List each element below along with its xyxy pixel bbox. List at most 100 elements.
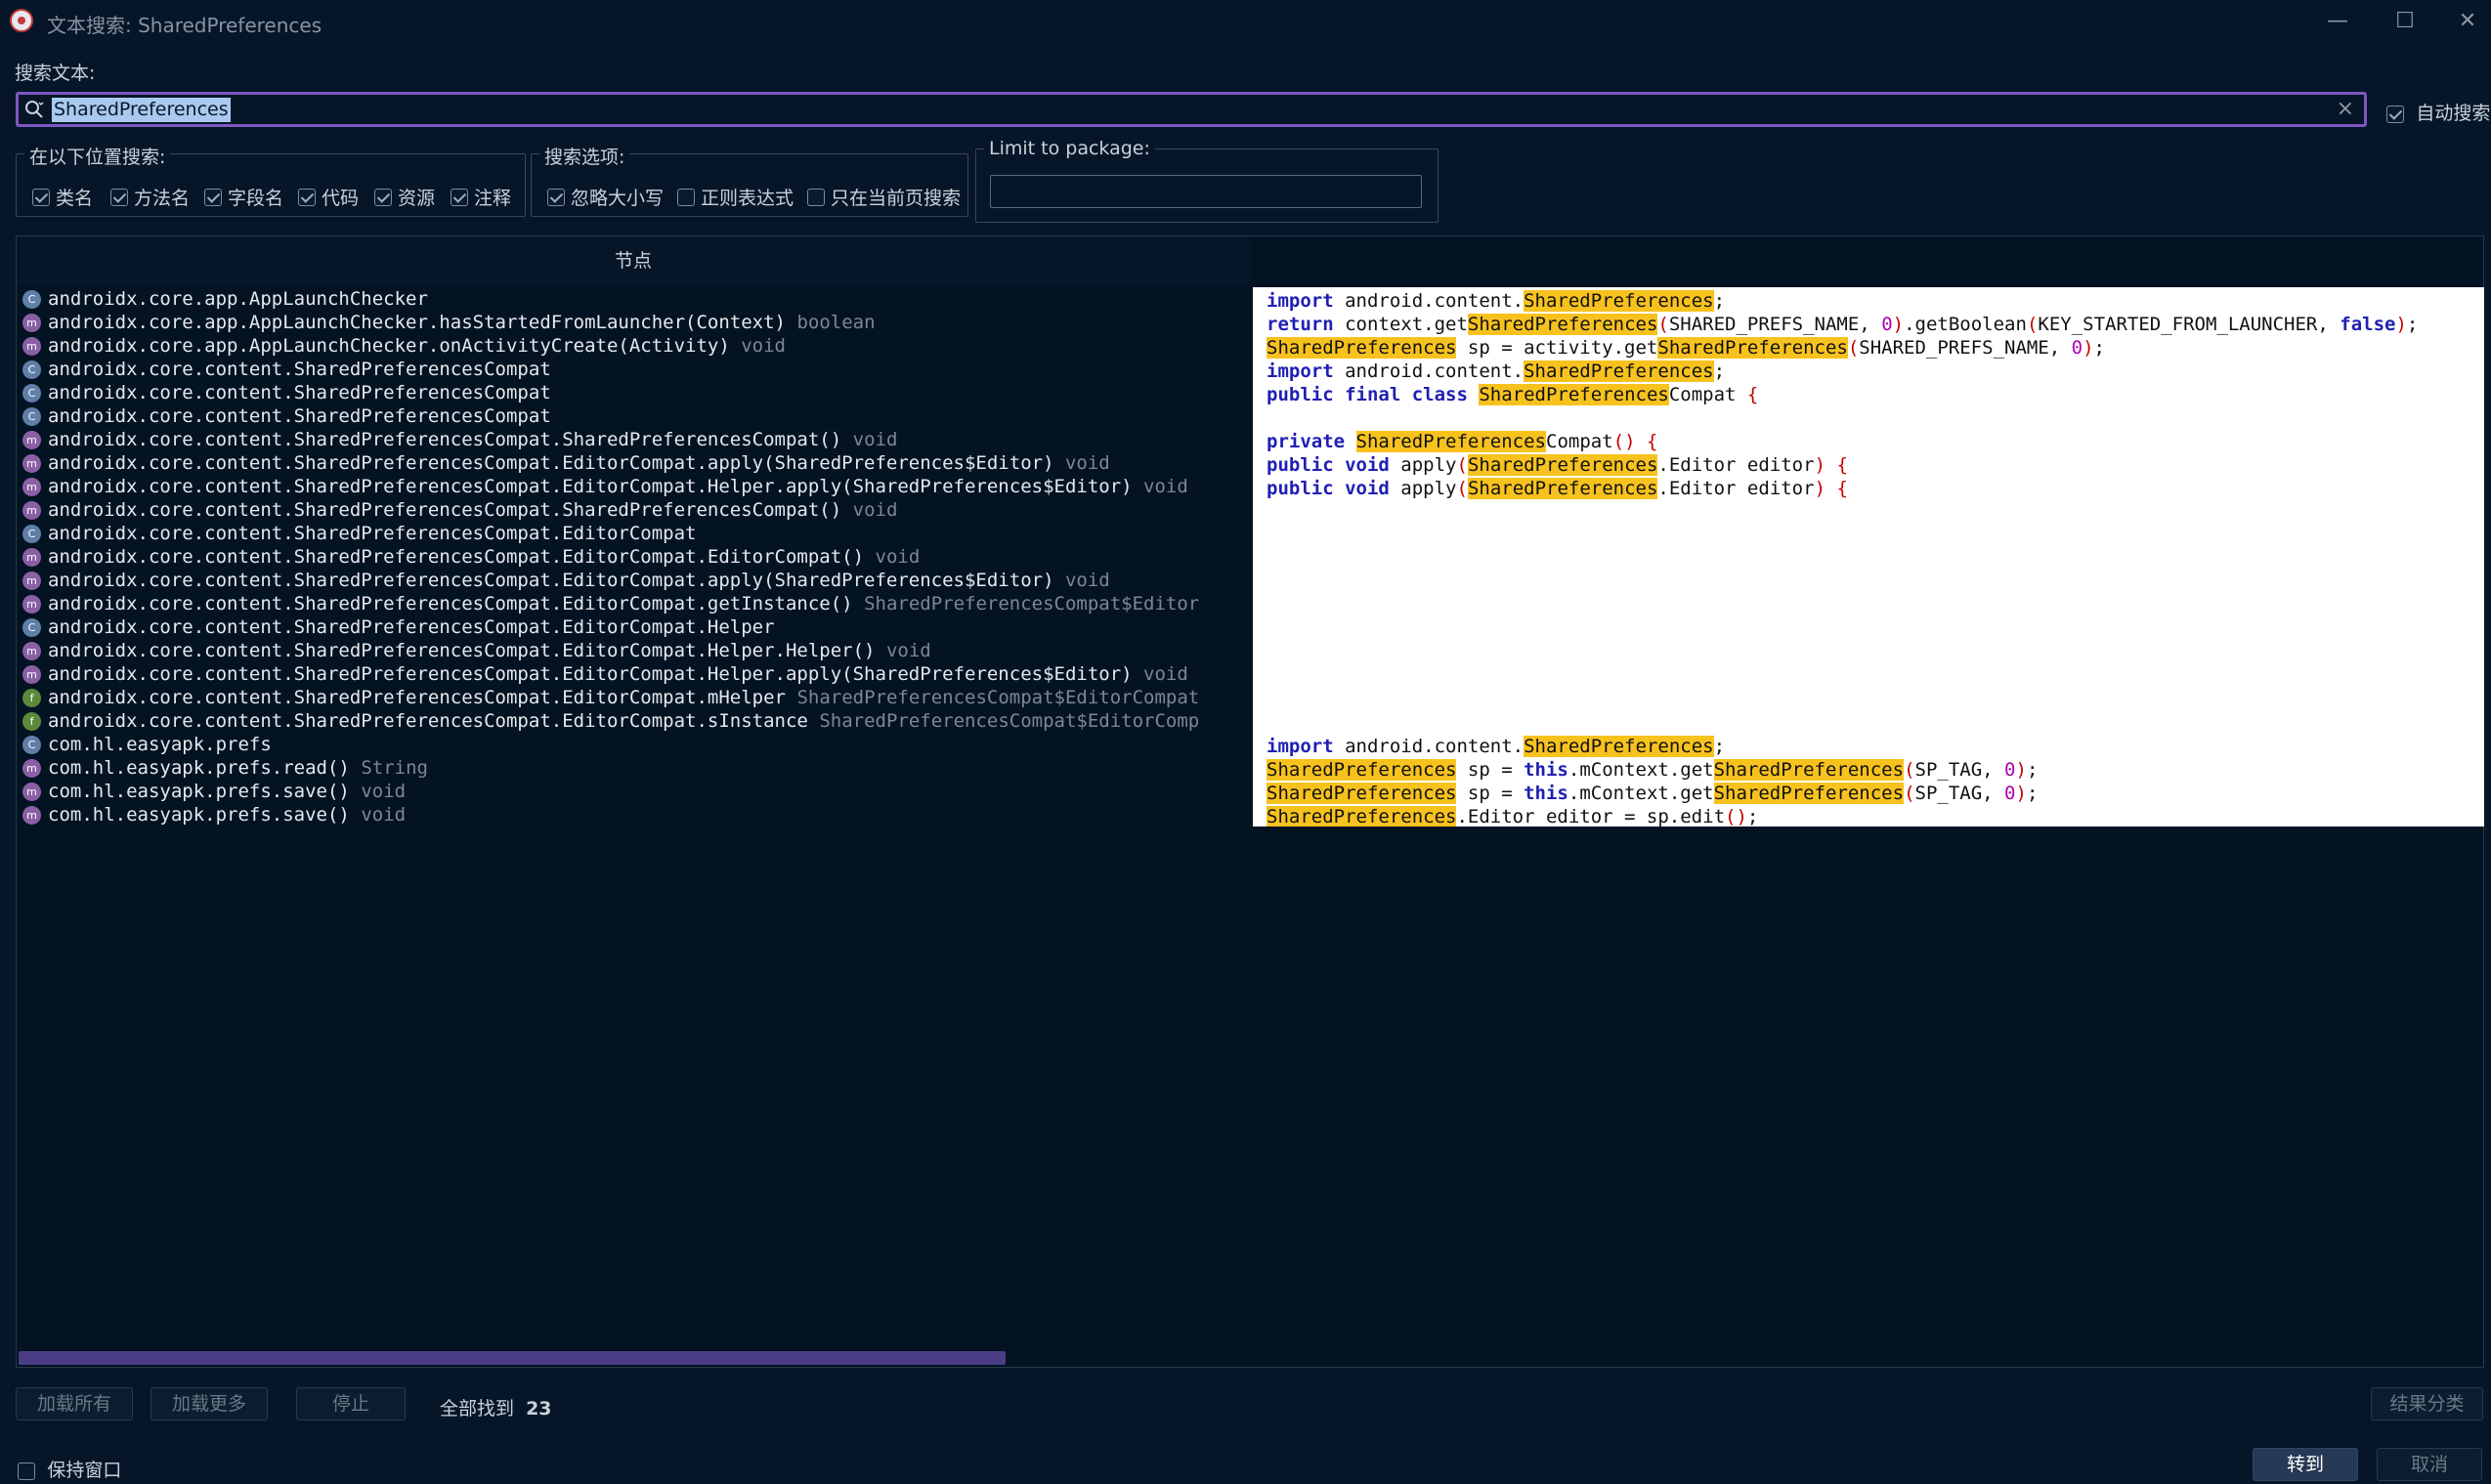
option-method-name[interactable]: 方法名: [110, 184, 190, 210]
result-row[interactable]: Ccom.hl.easyapk.prefs: [21, 733, 1254, 756]
maximize-icon[interactable]: ☐: [2385, 6, 2425, 37]
result-name: androidx.core.content.SharedPreferencesC…: [48, 359, 551, 380]
result-row[interactable]: Candroidx.core.content.SharedPreferences…: [21, 522, 1254, 545]
option-class-name[interactable]: 类名: [32, 184, 93, 210]
match-highlight: SharedPreferences: [1657, 337, 1848, 359]
result-row[interactable]: m androidx.core.content.SharedPreferences…: [21, 662, 1254, 686]
match-highlight: SharedPreferences: [1524, 290, 1714, 312]
close-icon[interactable]: ✕: [2448, 6, 2487, 37]
match-highlight: SharedPreferences: [1713, 759, 1905, 781]
result-name: androidx.core.app.AppLaunchChecker: [48, 288, 428, 310]
horizontal-scrollbar[interactable]: [19, 1351, 1006, 1365]
goto-button[interactable]: 转到: [2253, 1448, 2358, 1481]
code-token: ;: [2026, 783, 2039, 804]
result-row[interactable]: Candroidx.core.app.AppLaunchChecker: [21, 287, 1254, 311]
package-input[interactable]: [990, 175, 1422, 208]
result-row[interactable]: f androidx.core.content.SharedPreferences…: [21, 709, 1254, 733]
cancel-button[interactable]: 取消: [2377, 1448, 2482, 1481]
result-row[interactable]: Candroidx.core.content.SharedPreferences…: [21, 381, 1254, 404]
code-token: this: [1524, 759, 1568, 781]
result-row[interactable]: m androidx.core.content.SharedPreferences…: [21, 498, 1254, 522]
result-row[interactable]: f androidx.core.content.SharedPreferences…: [21, 686, 1254, 709]
resources-check[interactable]: [374, 189, 392, 206]
clear-search-icon[interactable]: ×: [2337, 97, 2354, 121]
minimize-icon[interactable]: —: [2318, 6, 2357, 37]
code-line: SharedPreferences sp = this.mContext.get…: [1267, 758, 2484, 782]
option-current-page[interactable]: 只在当前页搜索: [807, 184, 961, 210]
result-type: void: [361, 781, 407, 802]
code-token: 0: [1881, 314, 1893, 335]
result-name: androidx.core.content.SharedPreferencesC…: [48, 523, 697, 544]
search-box[interactable]: SharedPreferences ×: [16, 92, 2367, 127]
option-regex[interactable]: 正则表达式: [677, 184, 794, 210]
search-options-group: 搜索选项: 忽略大小写 正则表达式 只在当前页搜索: [531, 143, 968, 217]
code-token: ): [2015, 759, 2027, 781]
result-row[interactable]: m androidx.core.content.SharedPreferences…: [21, 475, 1254, 498]
result-name: androidx.core.content.SharedPreferencesC…: [48, 476, 1133, 497]
code-token: import: [1267, 736, 1334, 757]
class-icon: C: [22, 736, 41, 754]
code-line: public final class SharedPreferencesComp…: [1267, 383, 2484, 406]
match-highlight: SharedPreferences: [1467, 454, 1658, 476]
keep-window-check[interactable]: [18, 1462, 35, 1480]
ignore-case-check[interactable]: [547, 189, 565, 206]
result-row[interactable]: m androidx.core.content.SharedPreferences…: [21, 428, 1254, 451]
node-column-header[interactable]: 节点: [17, 236, 1250, 285]
result-row[interactable]: m com.hl.easyapk.prefs.save() void: [21, 803, 1254, 827]
search-input[interactable]: SharedPreferences: [52, 98, 231, 122]
code-token: import: [1267, 290, 1334, 312]
option-field-name[interactable]: 字段名: [204, 184, 283, 210]
load-all-button[interactable]: 加载所有: [16, 1387, 133, 1420]
code-check[interactable]: [298, 189, 316, 206]
result-name: com.hl.easyapk.prefs: [48, 734, 272, 755]
code-token: {: [1646, 431, 1658, 452]
result-row[interactable]: m androidx.core.content.SharedPreferences…: [21, 545, 1254, 569]
code-token: .Editor editor: [1657, 478, 1815, 499]
result-row[interactable]: m androidx.core.content.SharedPreferences…: [21, 451, 1254, 475]
code-token: ;: [2093, 337, 2105, 359]
option-ignore-case[interactable]: 忽略大小写: [547, 184, 664, 210]
code-token: public void: [1267, 454, 1390, 476]
regex-check[interactable]: [677, 189, 695, 206]
result-name: androidx.core.content.SharedPreferencesC…: [48, 616, 775, 638]
result-name: androidx.core.content.SharedPreferencesC…: [48, 687, 786, 708]
result-row[interactable]: Candroidx.core.content.SharedPreferences…: [21, 358, 1254, 381]
code-token: sp = activity.get: [1456, 337, 1658, 359]
result-type: void: [1143, 476, 1188, 497]
result-row[interactable]: Candroidx.core.content.SharedPreferences…: [21, 615, 1254, 639]
method-icon: m: [22, 454, 41, 473]
group-results-button[interactable]: 结果分类: [2371, 1387, 2483, 1420]
code-token: ;: [2026, 759, 2039, 781]
comments-check[interactable]: [451, 189, 468, 206]
result-row[interactable]: m androidx.core.app.AppLaunchChecker.onAc…: [21, 334, 1254, 358]
code-token: {: [1746, 384, 1759, 405]
result-row[interactable]: m androidx.core.content.SharedPreferences…: [21, 569, 1254, 592]
code-token: context.get: [1333, 314, 1468, 335]
search-options-legend: 搜索选项:: [539, 143, 630, 169]
method-name-check[interactable]: [110, 189, 128, 206]
field-name-check[interactable]: [204, 189, 222, 206]
code-line: private SharedPreferencesCompat() {: [1267, 430, 2484, 453]
method-icon: m: [22, 595, 41, 614]
auto-search-checkbox[interactable]: 自动搜索: [2386, 99, 2490, 125]
option-code[interactable]: 代码: [298, 184, 359, 210]
method-icon: m: [22, 759, 41, 778]
option-resources[interactable]: 资源: [374, 184, 435, 210]
class-name-check[interactable]: [32, 189, 50, 206]
current-page-check[interactable]: [807, 189, 825, 206]
result-row[interactable]: m androidx.core.content.SharedPreferences…: [21, 639, 1254, 662]
result-row[interactable]: m com.hl.easyapk.prefs.read() String: [21, 756, 1254, 780]
result-row[interactable]: m com.hl.easyapk.prefs.save() void: [21, 780, 1254, 803]
auto-search-check[interactable]: [2386, 105, 2404, 123]
keep-window-checkbox[interactable]: 保持窗口: [18, 1456, 121, 1482]
option-comments[interactable]: 注释: [451, 184, 511, 210]
stop-button[interactable]: 停止: [296, 1387, 406, 1420]
load-more-button[interactable]: 加载更多: [150, 1387, 268, 1420]
result-row[interactable]: m androidx.core.content.SharedPreferences…: [21, 592, 1254, 615]
result-row[interactable]: Candroidx.core.content.SharedPreferences…: [21, 404, 1254, 428]
code-line: SharedPreferences.Editor editor = sp.edi…: [1267, 805, 2484, 827]
result-row[interactable]: m androidx.core.app.AppLaunchChecker.hasS…: [21, 311, 1254, 334]
